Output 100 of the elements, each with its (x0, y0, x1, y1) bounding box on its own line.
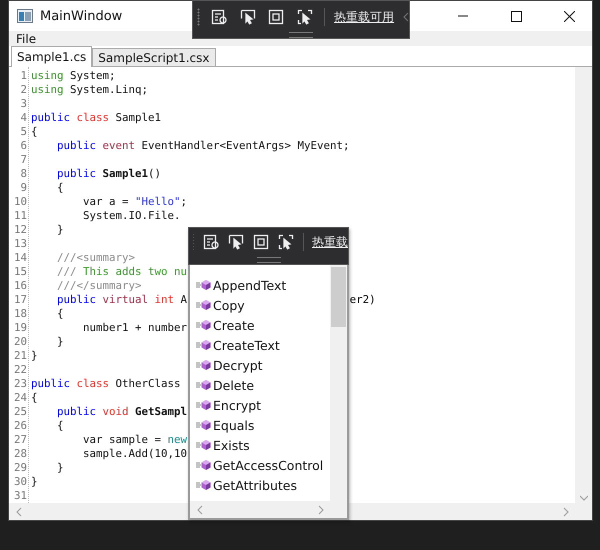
completion-item[interactable]: Decrypt (190, 355, 330, 375)
line-number: 26 (14, 419, 28, 433)
adorner-button[interactable] (252, 232, 269, 252)
method-icon (196, 379, 211, 391)
code-line: var a = "Hello"; (82, 195, 188, 209)
code-line: { (56, 419, 64, 433)
cursor-icon (240, 9, 256, 25)
minimize-icon (458, 15, 468, 17)
method-icon (196, 479, 211, 491)
code-line: { (31, 125, 38, 139)
hot-reload-link[interactable]: 热重载可用 (334, 8, 394, 26)
line-number: 19 (14, 321, 28, 335)
maximize-icon (510, 10, 522, 22)
code-line: ///</summary> (56, 279, 142, 293)
menu-item[interactable]: File (13, 32, 40, 46)
method-icon (196, 339, 211, 351)
line-number: 23 (14, 377, 28, 391)
square-icon (268, 9, 284, 25)
scroll-thumb[interactable] (331, 267, 346, 327)
code-line: { (56, 181, 64, 195)
completion-item[interactable]: Encrypt (190, 395, 330, 415)
method-icon (196, 399, 211, 411)
line-number: 13 (14, 237, 28, 251)
completion-item[interactable]: Exists (190, 435, 330, 455)
line-number: 14 (14, 251, 28, 265)
code-line: using System.Linq; (31, 83, 148, 97)
code-line: public class OtherClass (31, 377, 181, 391)
line-number: 25 (14, 405, 28, 419)
code-line: } (56, 223, 64, 237)
line-number: 12 (14, 223, 28, 237)
line-number: 15 (14, 265, 28, 279)
line-number: 30 (14, 475, 28, 489)
vertical-scrollbar[interactable] (575, 67, 592, 503)
close-icon (564, 10, 574, 22)
line-number: 8 (20, 167, 28, 181)
completion-item[interactable]: AppendText (190, 275, 330, 295)
scroll-right-icon[interactable] (317, 504, 325, 514)
method-icon (196, 279, 211, 291)
scroll-left-icon[interactable] (15, 506, 23, 516)
completion-item[interactable]: GetAttributes (190, 475, 330, 495)
line-number: 2 (20, 83, 28, 97)
live-tree-button[interactable] (202, 232, 219, 252)
completion-item[interactable]: GetAccessControl (190, 455, 330, 475)
hot-reload-link[interactable]: 热重载 (312, 234, 348, 250)
tree-target-icon (210, 9, 227, 25)
method-icon (196, 359, 211, 371)
completion-item[interactable]: CreateText (190, 335, 330, 355)
line-number: 24 (14, 391, 28, 405)
drag-handle[interactable] (289, 32, 313, 38)
code-line: { (56, 307, 64, 321)
popup-scrollbar[interactable] (330, 265, 347, 501)
completion-item[interactable]: Delete (190, 375, 330, 395)
line-number: 5 (20, 125, 28, 139)
code-line: { (31, 391, 38, 405)
line-number: 21 (14, 349, 28, 363)
scroll-down-icon[interactable] (580, 493, 588, 503)
method-icon (196, 299, 211, 311)
scroll-left-icon[interactable] (196, 504, 204, 514)
code-line: } (56, 335, 64, 349)
code-line: /// This adds two nu (56, 265, 188, 279)
cursor-icon (228, 234, 244, 250)
line-number: 28 (14, 447, 28, 461)
line-number: 27 (14, 433, 28, 447)
completion-item[interactable]: Equals (190, 415, 330, 435)
line-number: 20 (14, 335, 28, 349)
track-focus-button[interactable] (278, 232, 294, 252)
code-line: public void GetSampl (56, 405, 188, 419)
code-line: public Sample1() (56, 167, 162, 181)
code-line: public event EventHandler<EventArgs> MyEvent; (56, 139, 350, 153)
line-number: 1 (20, 69, 28, 83)
code-line: System.IO.File. (82, 209, 181, 223)
frame-cursor-icon (278, 234, 294, 250)
collapse-icon[interactable] (403, 12, 410, 22)
square-icon (252, 234, 269, 250)
method-icon (196, 319, 211, 331)
code-line: var sample = new (82, 433, 188, 447)
window-title: MainWindow (40, 8, 122, 24)
completion-item[interactable]: Create (190, 315, 330, 335)
popup-horizontal-scrollbar[interactable] (190, 501, 347, 518)
line-number: 10 (14, 195, 28, 209)
line-number: 9 (20, 181, 28, 195)
completion-item[interactable]: Copy (190, 295, 330, 315)
drag-handle[interactable] (256, 257, 280, 263)
code-fragment: er2) (350, 293, 376, 307)
line-number: 22 (14, 363, 28, 377)
line-number: 31 (14, 489, 28, 503)
method-icon (196, 459, 211, 471)
file-tab[interactable]: SampleScript1.csx (92, 48, 216, 66)
code-line: } (31, 349, 38, 363)
method-icon (196, 439, 211, 451)
code-line: sample.Add(10,10 (82, 447, 188, 461)
scroll-right-icon[interactable] (562, 506, 570, 516)
select-element-button[interactable] (228, 232, 244, 252)
line-number: 7 (20, 153, 28, 167)
frame-cursor-icon (297, 9, 314, 25)
line-number: 11 (14, 209, 28, 223)
code-line: using System; (31, 69, 116, 83)
code-line: ///<summary> (56, 251, 136, 265)
line-number: 4 (20, 111, 28, 125)
file-tab[interactable]: Sample1.cs (11, 46, 92, 67)
